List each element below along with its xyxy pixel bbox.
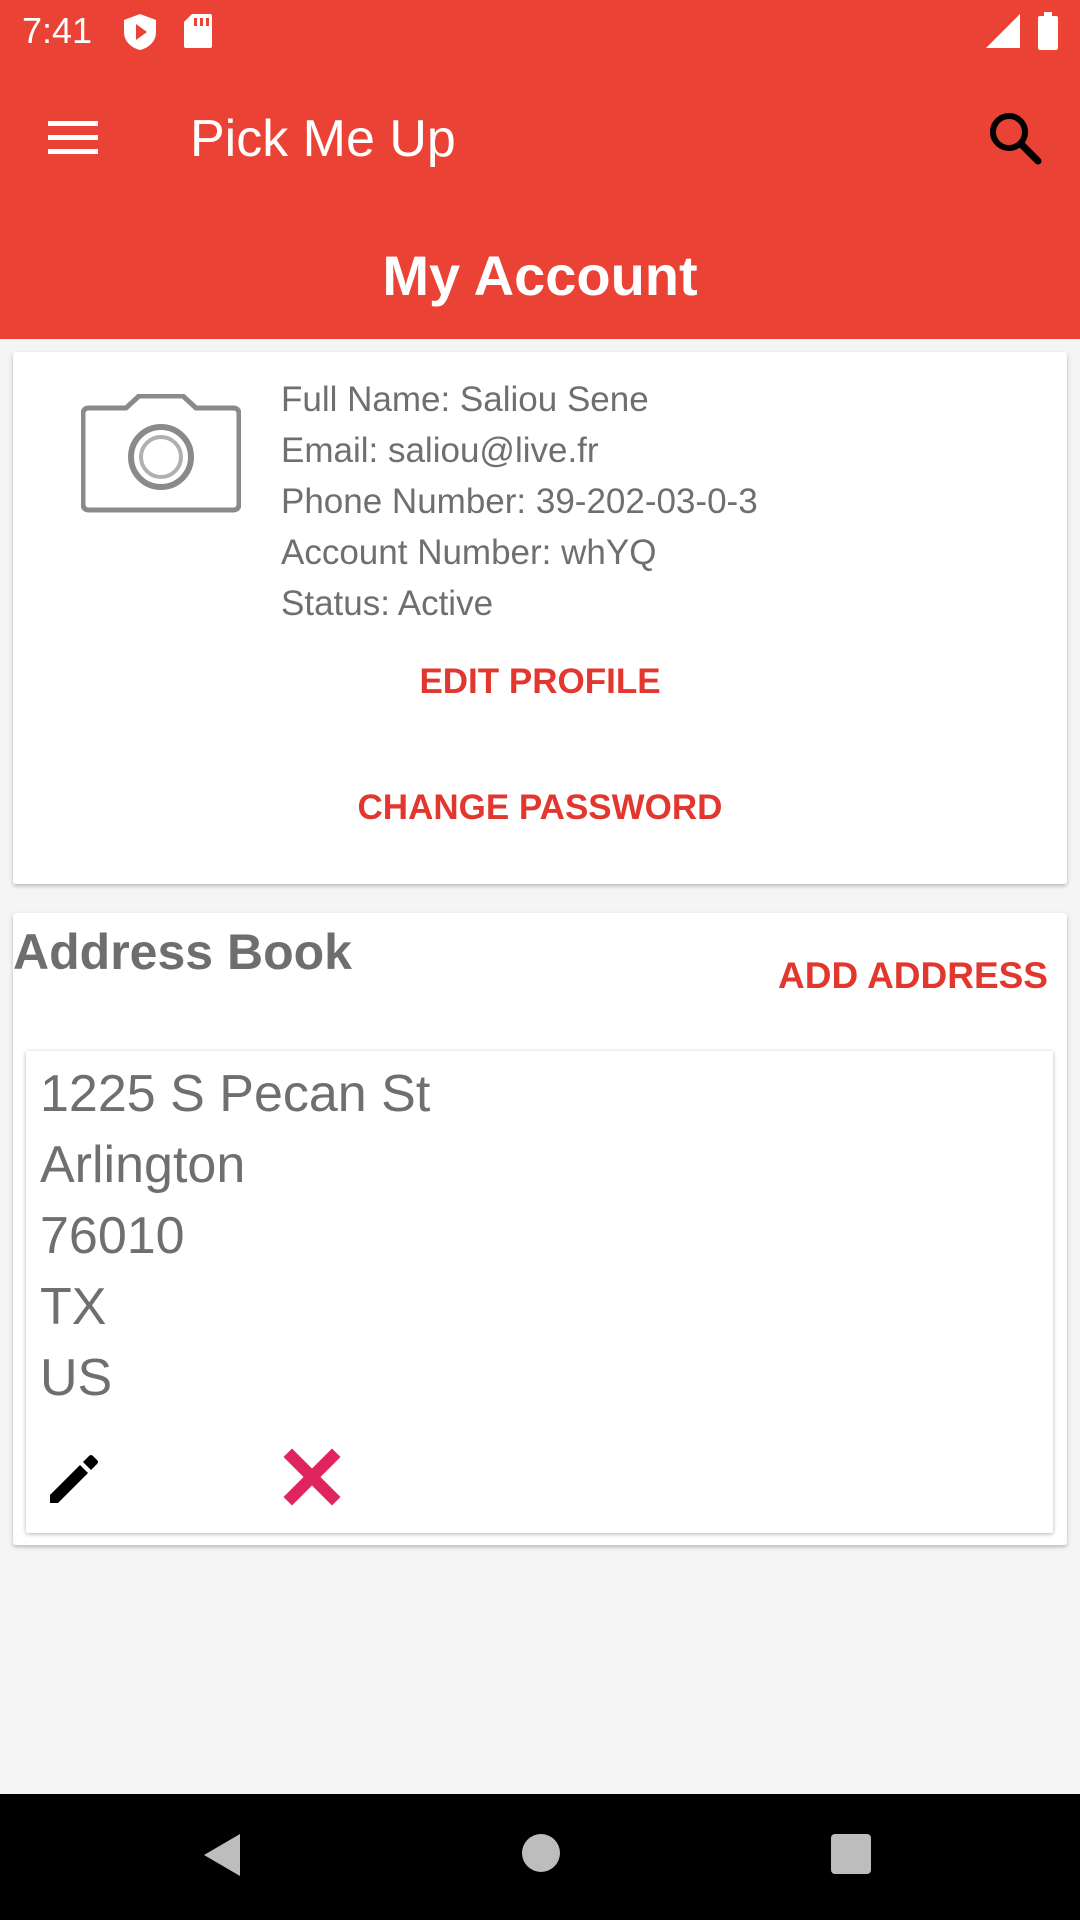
address-country: US [40,1349,113,1407]
page-title: My Account [382,244,698,307]
cell-signal-icon [986,14,1020,48]
address-item: 1225 S Pecan St Arlington 76010 TX US [26,1051,1053,1533]
sd-card-icon [184,14,212,48]
add-address-button[interactable]: ADD ADDRESS [778,955,1048,997]
phone-text: Phone Number: 39-202-03-0-3 [281,482,758,521]
back-icon[interactable] [200,1830,244,1880]
address-book-title: Address Book [13,924,352,980]
recent-apps-icon[interactable] [829,1832,873,1876]
delete-x-icon[interactable] [282,1447,342,1507]
home-icon[interactable] [520,1832,562,1874]
battery-icon [1038,12,1058,50]
search-icon[interactable] [986,109,1046,169]
pencil-icon[interactable] [44,1451,100,1507]
address-book-card: Address Book ADD ADDRESS 1225 S Pecan St… [13,913,1067,1545]
address-street: 1225 S Pecan St [40,1065,431,1123]
app-title: Pick Me Up [190,110,456,168]
status-time: 7:41 [22,10,93,51]
change-password-button[interactable]: CHANGE PASSWORD [13,788,1067,828]
address-state: TX [40,1278,107,1336]
system-nav-bar [0,1794,1080,1920]
status-bar: 7:41 [0,0,1080,63]
shield-play-icon [124,14,156,50]
hamburger-menu-icon[interactable] [44,113,102,163]
account-number-text: Account Number: whYQ [281,533,657,572]
address-zip: 76010 [40,1207,185,1265]
email-text: Email: saliou@live.fr [281,431,599,470]
profile-card: Full Name: Saliou Sene Email: saliou@liv… [13,352,1067,884]
camera-icon[interactable] [81,394,241,514]
full-name-text: Full Name: Saliou Sene [281,380,649,419]
edit-profile-button[interactable]: EDIT PROFILE [13,662,1067,702]
app-bar: Pick Me Up My Account [0,63,1080,339]
status-text: Status: Active [281,584,494,623]
address-lines: 1225 S Pecan St Arlington 76010 TX US [40,1059,430,1414]
address-city: Arlington [40,1136,246,1194]
profile-info: Full Name: Saliou Sene Email: saliou@liv… [281,374,758,629]
